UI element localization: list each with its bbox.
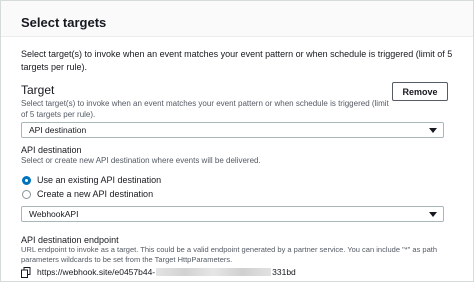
redacted-url-segment [156,268,272,276]
target-heading: Target [21,83,55,97]
endpoint-url-row: https://webhook.site/e0457b44- 331bd [21,266,296,278]
endpoint-label: API destination endpoint [21,235,119,245]
copy-icon[interactable] [21,266,31,278]
endpoint-description: URL endpoint to invoke as a target. This… [21,245,438,264]
api-destination-label: API destination [21,145,82,155]
target-description: Select target(s) to invoke when an event… [21,99,389,119]
caret-down-icon [429,212,437,217]
radio-unchecked-icon[interactable] [22,189,31,199]
panel-description: Select target(s) to invoke when an event… [21,49,453,72]
panel-title: Select targets [21,15,107,30]
target-type-select[interactable]: API destination [21,122,444,138]
radio-checked-icon[interactable] [22,175,31,185]
target-type-value: API destination [29,125,87,135]
endpoint-url-prefix: https://webhook.site/e0457b44- [37,267,156,277]
radio-use-existing-api-destination[interactable]: Use an existing API destination [22,174,161,186]
radio-create-new-api-destination[interactable]: Create a new API destination [22,188,153,200]
endpoint-url-suffix: 331bd [272,267,296,277]
radio-label-existing: Use an existing API destination [37,175,162,185]
caret-down-icon [429,128,437,133]
remove-target-button[interactable]: Remove [392,82,448,101]
panel-header: Select targets [1,1,473,37]
select-targets-panel: Select targets Select target(s) to invok… [0,0,474,282]
api-destination-select[interactable]: WebhookAPI [21,206,444,222]
api-destination-value: WebhookAPI [29,209,79,219]
radio-label-new: Create a new API destination [37,189,154,199]
api-destination-description: Select or create new API destination whe… [21,156,261,165]
